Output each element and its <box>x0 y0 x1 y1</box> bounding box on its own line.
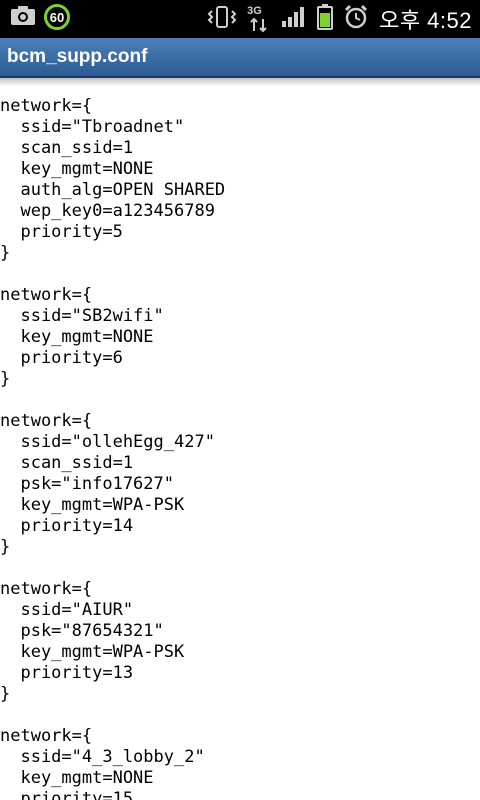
file-title: bcm_supp.conf <box>7 46 148 67</box>
signal-strength-icon <box>281 6 307 32</box>
vibrate-icon <box>207 5 237 33</box>
text-line: network={ <box>0 579 93 599</box>
text-line: ssid="4_3_lobby_2" <box>0 747 205 767</box>
status-bar: 60 3G 오후 4:52 <box>0 0 480 38</box>
camera-icon <box>10 4 36 30</box>
text-line: auth_alg=OPEN SHARED <box>0 180 226 200</box>
text-line: ssid="AIUR" <box>0 600 134 620</box>
text-line: wep_key0=a123456789 <box>0 201 215 221</box>
3g-data-icon: 3G <box>247 5 271 33</box>
text-line: priority=15 <box>0 789 134 800</box>
badge-60-icon: 60 <box>44 4 70 30</box>
notification-area: 60 <box>10 4 70 30</box>
system-icons: 3G 오후 4:52 <box>207 4 472 34</box>
text-line: network={ <box>0 726 93 746</box>
text-line: key_mgmt=NONE <box>0 327 154 347</box>
text-line: scan_ssid=1 <box>0 453 134 473</box>
text-line: network={ <box>0 285 93 305</box>
text-line: scan_ssid=1 <box>0 138 134 158</box>
status-clock: 오후 4:52 <box>379 8 472 33</box>
alarm-icon <box>343 4 369 34</box>
text-line: priority=6 <box>0 348 123 368</box>
text-line: key_mgmt=WPA-PSK <box>0 495 185 515</box>
text-line: key_mgmt=WPA-PSK <box>0 642 185 662</box>
text-line: priority=14 <box>0 516 134 536</box>
battery-icon <box>317 4 334 34</box>
text-line: psk="87654321" <box>0 621 164 641</box>
text-line: priority=5 <box>0 222 123 242</box>
text-line: psk="info17627" <box>0 474 174 494</box>
text-line: priority=13 <box>0 663 134 683</box>
text-line: ssid="SB2wifi" <box>0 306 164 326</box>
title-bar-shadow <box>0 78 480 86</box>
text-line: network={ <box>0 411 93 431</box>
text-line: } <box>0 537 11 557</box>
text-line: } <box>0 369 11 389</box>
text-line: } <box>0 243 11 263</box>
text-line: } <box>0 684 11 704</box>
text-line: ssid="ollehEgg_427" <box>0 432 215 452</box>
title-bar: bcm_supp.conf <box>0 38 480 78</box>
text-line: key_mgmt=NONE <box>0 768 154 788</box>
file-content[interactable]: network={ ssid="Tbroadnet" scan_ssid=1 k… <box>0 96 480 800</box>
text-line: ssid="Tbroadnet" <box>0 117 185 137</box>
text-line: key_mgmt=NONE <box>0 159 154 179</box>
text-line: network={ <box>0 96 93 116</box>
